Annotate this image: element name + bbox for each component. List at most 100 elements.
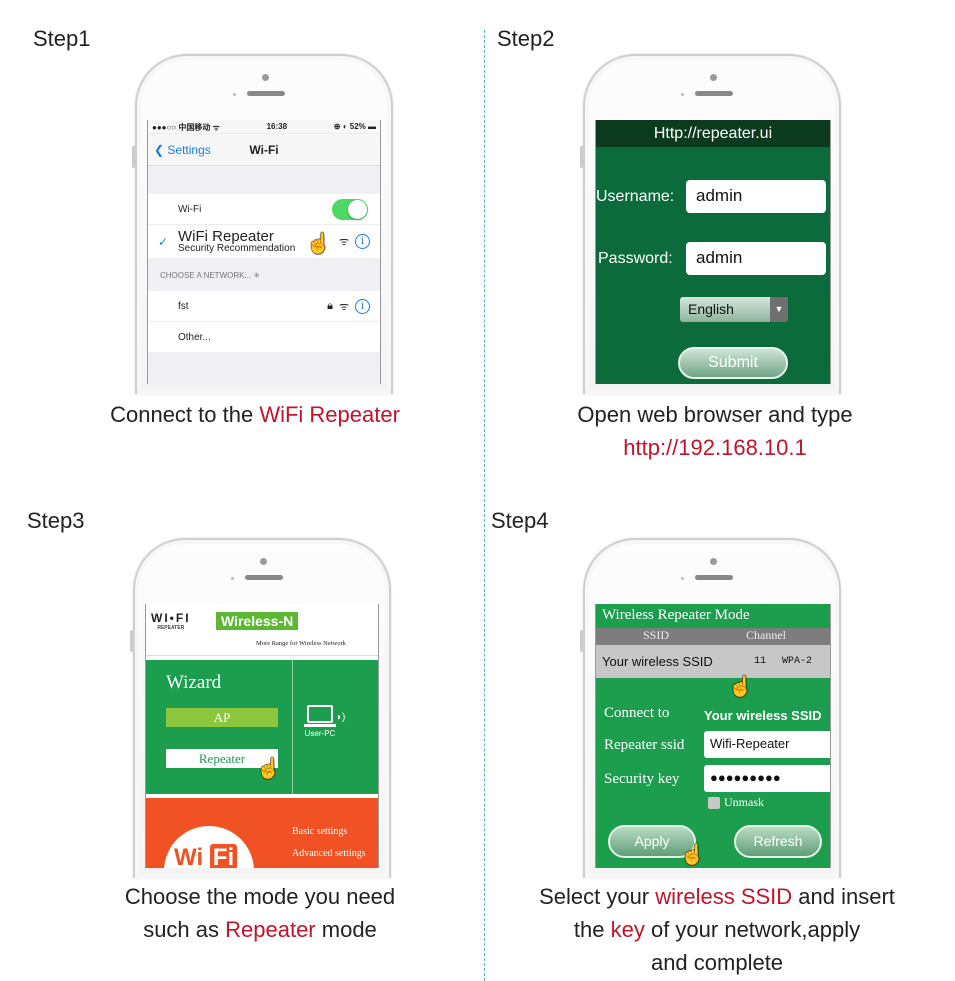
checkmark-icon: ✓ <box>158 234 169 249</box>
network-row[interactable]: fst 🔒︎ ᯤ i <box>148 291 380 322</box>
camera-icon <box>710 558 717 565</box>
connect-label: Connect to <box>604 705 670 721</box>
security-key-input[interactable]: ●●●●●●●●● <box>704 765 830 792</box>
caption-text: Choose the mode you need <box>124 884 396 909</box>
advanced-settings-link[interactable]: Advanced settings <box>292 848 366 859</box>
signal-waves-icon: ◗) <box>336 712 346 723</box>
spinner-icon: ✳ <box>253 271 261 280</box>
info-icon[interactable]: i <box>355 234 370 249</box>
step1-screen: ●●●○○ 中国移动 ᯤ 16:38 ⊕ ◐ 52% ▬ ❮ Settings … <box>147 120 381 384</box>
camera-icon <box>260 558 267 565</box>
sensor-icon <box>681 93 684 96</box>
wifi-toggle-label: Wi-Fi <box>178 203 202 215</box>
wizard-panel: Wizard AP Repeater ☝ User-PC ◗) <box>146 660 378 794</box>
column-channel: Channel <box>746 628 786 642</box>
username-label: Username: <box>596 188 675 205</box>
basic-settings-link[interactable]: Basic settings <box>292 826 347 837</box>
row-security: WPA-2 <box>782 656 813 667</box>
ap-mode-button[interactable]: AP <box>166 708 278 727</box>
caption-highlight: Repeater <box>225 917 316 942</box>
connected-network-row[interactable]: ✓ WiFi Repeater Security Recommendation … <box>148 225 380 259</box>
password-label: Password: <box>598 250 673 267</box>
repeater-ssid-input[interactable]: Wifi-Repeater <box>704 731 830 758</box>
speaker-icon <box>695 575 733 580</box>
status-bar: ●●●○○ 中国移动 ᯤ 16:38 ⊕ ◐ 52% ▬ <box>148 120 380 134</box>
sensor-icon <box>231 577 234 580</box>
caption-text: mode <box>315 917 377 942</box>
nav-bar: ❮ Settings Wi-Fi <box>148 134 380 166</box>
network-row-other[interactable]: Other... <box>148 322 380 353</box>
step3-caption: Choose the mode you need such as Repeate… <box>40 880 480 946</box>
caption-text: of your network,apply <box>644 917 861 942</box>
repeater-ssid-label: Repeater ssid <box>604 737 685 753</box>
wifi-signal-icon: ᯤ <box>338 236 349 248</box>
laptop-base <box>304 724 336 727</box>
carrier-text: ●●●○○ 中国移动 ᯤ <box>152 123 220 132</box>
step2-title: Step2 <box>497 26 555 51</box>
spacer <box>148 166 380 194</box>
checkbox-icon <box>708 796 720 809</box>
pointer-hand-icon: ☝ <box>680 844 705 866</box>
row-ssid: Your wireless SSID <box>602 654 713 669</box>
url-header: Http://repeater.ui <box>596 120 830 147</box>
caption-highlight: WiFi Repeater <box>259 402 400 427</box>
step3-screen: WI•FI REPEATER Wireless-N More Range for … <box>145 604 379 868</box>
volume-button <box>132 146 135 168</box>
speaker-icon <box>245 575 283 580</box>
info-icon[interactable]: i <box>355 298 370 314</box>
caption-highlight: wireless SSID <box>655 884 793 909</box>
refresh-button[interactable]: Refresh <box>734 825 822 858</box>
wifi-logo-right: Fi <box>209 844 238 868</box>
logo-text: WI•FI <box>151 611 191 625</box>
caption-text: and complete <box>650 950 784 975</box>
caption-text: such as <box>143 917 226 942</box>
battery-text: ⊕ ◐ 52% ▬ <box>333 122 376 131</box>
step4-title: Step4 <box>491 508 549 533</box>
caption-text: Open web browser and type <box>577 402 853 427</box>
logo-subtext: REPEATER <box>157 625 185 631</box>
network-name: WiFi Repeater <box>178 227 274 245</box>
network-subtitle: Security Recommendation <box>178 242 296 254</box>
nav-title: Wi-Fi <box>249 142 279 157</box>
wifi-repeater-logo: WI•FI REPEATER <box>151 611 191 631</box>
pc-label: User-PC <box>304 729 336 738</box>
volume-button <box>580 146 583 168</box>
step1-phone: ●●●○○ 中国移动 ᯤ 16:38 ⊕ ◐ 52% ▬ ❮ Settings … <box>132 54 393 394</box>
column-ssid: SSID <box>642 628 669 642</box>
table-row[interactable]: Your wireless SSID 11 WPA-2 <box>596 645 830 678</box>
camera-icon <box>710 74 717 81</box>
settings-panel: Wi Fi Basic settings Advanced settings <box>146 798 378 868</box>
speaker-icon <box>695 91 733 96</box>
language-select[interactable]: English ▼ <box>680 297 788 322</box>
step1-title: Step1 <box>33 26 91 51</box>
caption-text: the <box>573 917 611 942</box>
caption-text: and insert <box>792 884 895 909</box>
step4-caption: Select your wireless SSID and insert the… <box>492 880 942 979</box>
tagline: More Range for Wireless Network <box>256 640 346 647</box>
unmask-checkbox[interactable]: Unmask <box>708 795 764 810</box>
pointer-hand-icon: ☝ <box>728 676 753 698</box>
network-name: fst <box>178 300 189 312</box>
password-input[interactable]: admin <box>686 242 826 275</box>
table-header: SSID Channel <box>596 628 830 645</box>
pointer-hand-icon: ☝ <box>256 758 281 780</box>
other-label: Other... <box>178 331 211 343</box>
step4-phone: Wireless Repeater Mode SSID Channel Your… <box>580 538 841 878</box>
speaker-icon <box>247 91 285 96</box>
submit-button[interactable]: Submit <box>678 347 788 379</box>
language-value: English <box>688 301 734 317</box>
connect-value: Your wireless SSID <box>704 708 822 723</box>
step2-caption: Open web browser and type http://192.168… <box>490 398 940 464</box>
wireless-n-badge: Wireless-N <box>216 612 299 630</box>
step2-screen: Http://repeater.ui Username: admin Passw… <box>595 120 831 384</box>
unmask-label: Unmask <box>724 795 764 809</box>
step1-caption: Connect to the WiFi Repeater <box>40 398 470 431</box>
caption-text: Select your <box>539 884 656 909</box>
caption-text: Connect to the <box>110 402 260 427</box>
volume-button <box>580 630 583 652</box>
username-input[interactable]: admin <box>686 180 826 213</box>
row-channel: 11 <box>754 656 767 667</box>
wifi-toggle[interactable] <box>332 199 368 220</box>
lock-icon: 🔒︎ <box>327 299 333 312</box>
wifi-toggle-row: Wi-Fi <box>148 194 380 225</box>
